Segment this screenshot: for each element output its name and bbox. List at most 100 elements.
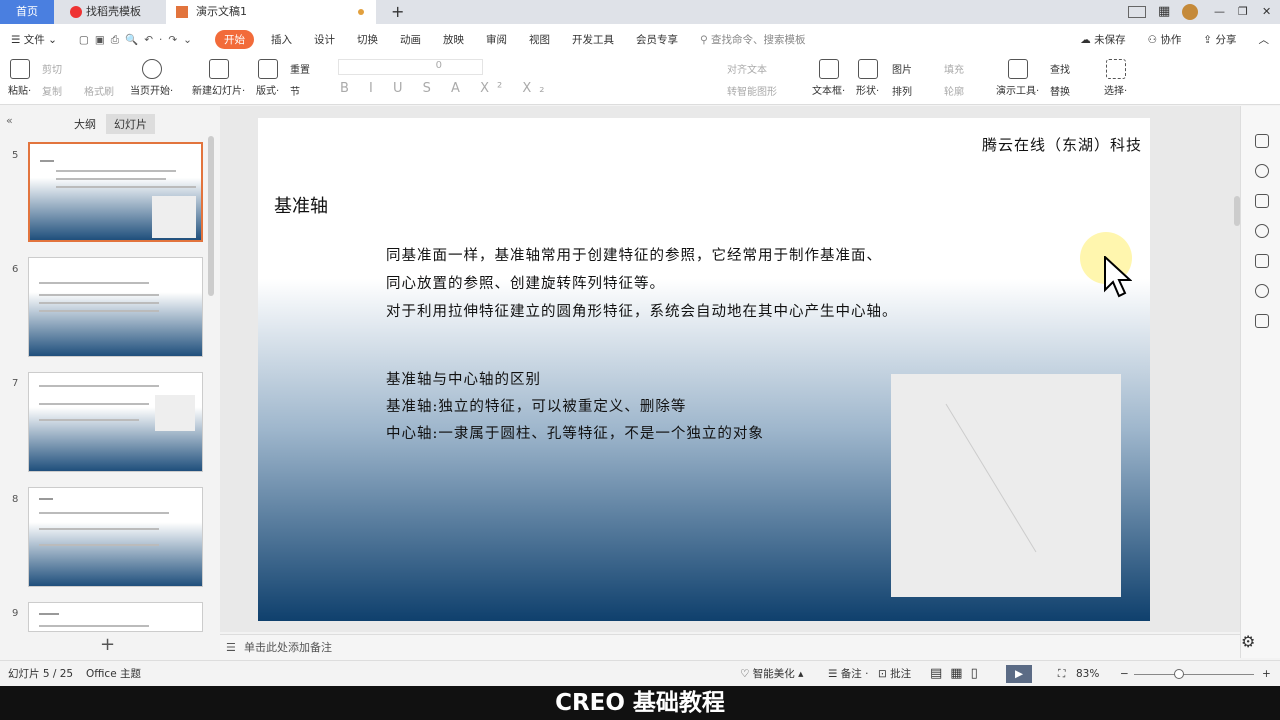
review-icon[interactable] — [1255, 314, 1269, 328]
body-text: 同基准面一样，基准轴常用于创建特征的参照，它经常用于制作基准面、 同心放置的参照… — [386, 242, 898, 326]
close-button[interactable]: ✕ — [1262, 0, 1271, 24]
menu-developer[interactable]: 开发工具 — [561, 32, 625, 47]
menu-design[interactable]: 设计 — [303, 32, 346, 47]
unsaved-button[interactable]: ☁ 未保存 — [1069, 32, 1136, 47]
font-style-buttons[interactable]: B I U S A X² X₂ — [340, 81, 552, 96]
quick-access-icons[interactable]: ▢▣⎙🔍↶·↷⌄ — [68, 33, 209, 47]
subheading: 基准轴与中心轴的区别 — [386, 372, 541, 388]
zoom-slider[interactable] — [1134, 674, 1254, 675]
textbox-button[interactable]: 文本框· — [812, 59, 845, 97]
collab-label: 协作 — [1160, 34, 1182, 46]
new-slide-label: 新建幻灯片 — [192, 86, 242, 97]
new-slide-button[interactable]: 新建幻灯片· — [192, 59, 245, 97]
ppt-icon — [176, 6, 188, 18]
menu-bar: ☰ 文件 ⌄ ▢▣⎙🔍↶·↷⌄ 开始 插入 设计 切换 动画 放映 审阅 视图 … — [0, 24, 1280, 55]
beautify-button[interactable]: ♡ 智能美化 ▴ — [740, 661, 803, 687]
align-text-button[interactable]: 对齐文本 — [727, 61, 767, 76]
cut-button[interactable]: 剪切 — [42, 61, 62, 76]
menu-insert[interactable]: 插入 — [260, 32, 303, 47]
help-icon[interactable] — [1255, 224, 1269, 238]
format-painter-button[interactable]: 格式刷 — [84, 83, 114, 98]
fill-button[interactable]: 填充 — [944, 61, 964, 76]
select-button[interactable]: 选择· — [1104, 59, 1127, 97]
menu-slideshow[interactable]: 放映 — [432, 32, 475, 47]
menu-view[interactable]: 视图 — [518, 32, 561, 47]
restore-button[interactable]: ❐ — [1238, 0, 1248, 24]
beautify-label: 智能美化 — [752, 668, 795, 680]
outline-button[interactable]: 轮廓 — [944, 83, 964, 98]
layout-icon — [257, 59, 278, 79]
menu-home[interactable]: 开始 — [214, 30, 254, 49]
notes-bar[interactable]: ☰ 单击此处添加备注 — [220, 634, 1240, 660]
slide-thumbnail-7[interactable] — [28, 372, 203, 472]
layout-icon[interactable] — [1128, 6, 1146, 18]
reset-button[interactable]: 重置 — [290, 61, 310, 76]
play-icon — [141, 59, 162, 79]
panel-scrollbar[interactable] — [208, 136, 214, 296]
picture-button[interactable]: 图片 — [892, 61, 912, 76]
smartart-button[interactable]: 转智能图形 — [727, 83, 777, 98]
arrange-button[interactable]: 排列 — [892, 83, 912, 98]
image-placeholder[interactable] — [891, 374, 1121, 597]
menu-transition[interactable]: 切换 — [346, 32, 389, 47]
select-label: 选择 — [1104, 86, 1124, 97]
location-icon[interactable] — [1255, 284, 1269, 298]
share-button[interactable]: ⇪ 分享 — [1192, 32, 1247, 47]
tab-templates[interactable]: 找稻壳模板 — [62, 0, 162, 24]
slide-thumbnail-5[interactable] — [28, 142, 203, 242]
new-tab-button[interactable]: + — [383, 0, 404, 24]
image-icon[interactable] — [1255, 254, 1269, 268]
copy-button[interactable]: 复制 — [42, 83, 62, 98]
slide-thumbnail-6[interactable] — [28, 257, 203, 357]
avatar[interactable] — [1182, 4, 1198, 20]
slide-thumbnail-9[interactable] — [28, 602, 203, 632]
command-search[interactable]: ⚲ 查找命令、搜索模板 — [689, 32, 817, 47]
collapse-panel-icon[interactable]: « — [6, 114, 13, 127]
slide-number: 6 — [12, 264, 19, 275]
font-size-field[interactable]: 0 — [338, 59, 483, 75]
unsaved-dot — [358, 9, 364, 15]
play-current-button[interactable]: 当页开始· — [130, 59, 173, 97]
menu-review[interactable]: 审阅 — [475, 32, 518, 47]
notes-toggle[interactable]: ☰ 备注 · — [828, 661, 868, 687]
layout-button[interactable]: 版式· — [256, 59, 279, 97]
fit-window-icon[interactable]: ⛶ — [1058, 661, 1065, 687]
notes-placeholder: 单击此处添加备注 — [244, 641, 332, 654]
replace-button[interactable]: 替换 — [1050, 83, 1070, 98]
zoom-level[interactable]: 83% — [1076, 661, 1099, 687]
add-slide-button[interactable]: + — [100, 634, 115, 655]
animation-icon[interactable] — [1255, 164, 1269, 178]
shape-button[interactable]: 形状· — [856, 59, 879, 97]
paste-button[interactable]: 粘贴· — [8, 59, 31, 97]
comments-button[interactable]: ⊡ 批注 — [878, 661, 911, 687]
settings-gear-icon[interactable]: ⚙ — [1241, 632, 1255, 651]
properties-icon[interactable] — [1255, 134, 1269, 148]
slide-number: 7 — [12, 378, 19, 389]
tab-slides[interactable]: 幻灯片 — [106, 114, 155, 134]
collab-button[interactable]: ⚇ 协作 — [1137, 32, 1193, 47]
search-icon: ⚲ — [699, 34, 708, 46]
zoom-in-button[interactable]: + — [1262, 661, 1271, 687]
slide-canvas[interactable]: 腾云在线（东湖）科技 基准轴 同基准面一样，基准轴常用于创建特征的参照，它经常用… — [258, 118, 1150, 621]
collapse-ribbon-icon[interactable]: ︿ — [1248, 32, 1280, 47]
view-mode-buttons[interactable]: ▤▦▯ — [930, 661, 986, 687]
file-menu[interactable]: ☰ 文件 ⌄ — [0, 32, 68, 47]
find-button[interactable]: 查找 — [1050, 61, 1070, 76]
menu-animation[interactable]: 动画 — [389, 32, 432, 47]
tab-document[interactable]: 演示文稿1 — [166, 0, 376, 24]
menu-member[interactable]: 会员专享 — [625, 32, 689, 47]
theme-name[interactable]: Office 主题 — [86, 661, 141, 687]
zoom-out-button[interactable]: − — [1120, 661, 1129, 687]
apps-grid-icon[interactable]: ▦ — [1158, 0, 1170, 24]
tab-home[interactable]: 首页 — [0, 0, 54, 24]
slide-thumbnail-8[interactable] — [28, 487, 203, 587]
unsaved-label: 未保存 — [1094, 34, 1126, 46]
copy-icon[interactable] — [1255, 194, 1269, 208]
tab-outline[interactable]: 大纲 — [74, 116, 96, 132]
section-button[interactable]: 节 — [290, 83, 300, 98]
slideshow-play-button[interactable]: ▶ — [1006, 665, 1032, 683]
paste-label: 粘贴 — [8, 86, 28, 97]
minimize-button[interactable]: — — [1214, 0, 1225, 24]
tools-button[interactable]: 演示工具· — [996, 59, 1039, 97]
zoom-slider-handle[interactable] — [1174, 669, 1184, 679]
